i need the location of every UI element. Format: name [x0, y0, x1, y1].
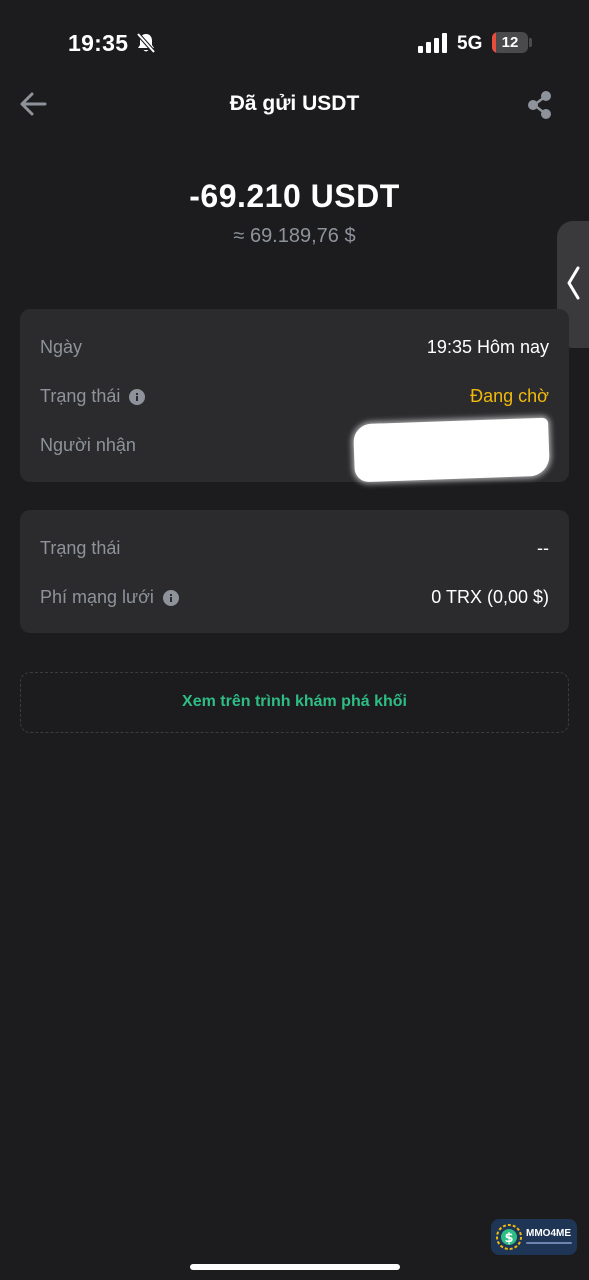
redacted-recipient-address — [353, 417, 550, 483]
watermark-logo: $ MMO4ME — [491, 1219, 577, 1255]
status-bar: 19:35 5G 12 — [0, 0, 589, 88]
bell-slash-icon — [136, 32, 156, 54]
network-status-label: Trạng thái — [40, 538, 121, 558]
battery-cap — [529, 38, 532, 47]
network-details-card: Trạng thái -- Phí mạng lưới 0 TRX (0,00 … — [20, 510, 569, 633]
page-title: Đã gửi USDT — [229, 92, 360, 115]
network-fee-label: Phí mạng lưới — [40, 587, 154, 607]
status-label-group: Trạng thái — [40, 386, 146, 407]
network-status-value: -- — [537, 538, 549, 558]
transaction-details-card: Ngày 19:35 Hôm nay Trạng thái Đang chờ N… — [20, 309, 569, 483]
status-label: Trạng thái — [40, 386, 121, 406]
share-icon[interactable] — [526, 90, 554, 120]
network-fee-label-group: Phí mạng lưới — [40, 587, 179, 608]
status-time: 19:35 — [68, 30, 129, 56]
transaction-amount: -69.210 USDT — [189, 178, 400, 214]
network-fee-row: Phí mạng lưới 0 TRX (0,00 $) — [40, 583, 549, 613]
date-label: Ngày — [40, 337, 83, 357]
view-on-explorer-label: Xem trên trình khám phá khối — [182, 693, 407, 710]
view-on-explorer-button[interactable]: Xem trên trình khám phá khối — [20, 672, 569, 733]
info-icon[interactable] — [162, 589, 179, 606]
nav-bar: Đã gửi USDT — [0, 80, 589, 130]
transaction-fiat-amount: ≈ 69.189,76 $ — [233, 225, 356, 247]
status-row: Trạng thái Đang chờ — [40, 382, 549, 412]
battery-icon: 12 — [492, 32, 528, 53]
watermark-text: MMO4ME — [526, 1228, 571, 1239]
network-fee-value: 0 TRX (0,00 $) — [431, 587, 549, 607]
chevron-left-icon — [567, 266, 580, 300]
network-status-row: Trạng thái -- — [40, 534, 549, 564]
signal-icon — [418, 33, 447, 53]
info-icon[interactable] — [129, 388, 146, 405]
network-type: 5G — [457, 33, 483, 54]
recipient-label: Người nhận — [40, 435, 136, 455]
battery-level: 12 — [501, 34, 519, 51]
date-value: 19:35 Hôm nay — [426, 337, 549, 357]
svg-text:$: $ — [504, 1231, 513, 1246]
status-value: Đang chờ — [470, 386, 549, 406]
recipient-row: Người nhận — [40, 417, 550, 483]
date-row: Ngày 19:35 Hôm nay — [40, 333, 549, 363]
home-indicator[interactable] — [190, 1264, 400, 1270]
watermark-tagline — [526, 1242, 572, 1244]
dollar-coin-icon: $ — [496, 1224, 522, 1250]
